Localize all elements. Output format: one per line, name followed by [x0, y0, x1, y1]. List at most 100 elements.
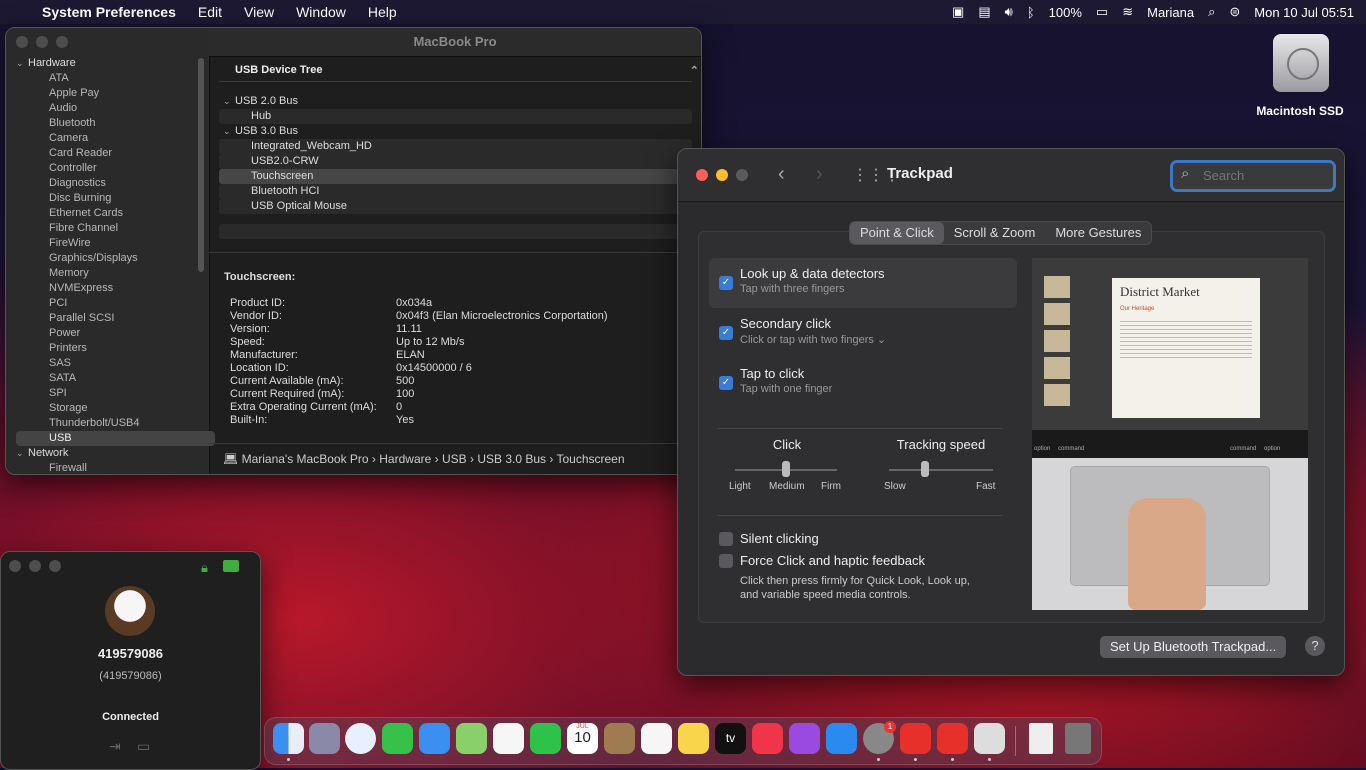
drive-label[interactable]: Macintosh SSD [1240, 104, 1360, 118]
sidebar-item[interactable]: Bluetooth [16, 116, 215, 131]
wifi-icon[interactable]: ≋ [1122, 4, 1133, 20]
sidebar-item[interactable]: Firewall [16, 461, 215, 474]
bluetooth-icon[interactable]: ᛒ [1027, 5, 1035, 20]
sidebar-item[interactable]: Fibre Channel [16, 221, 215, 236]
search-input[interactable] [1201, 167, 1325, 184]
usb-device[interactable]: Hub [219, 109, 692, 124]
sidebar-item[interactable]: Audio [16, 101, 215, 116]
secondary-click-dropdown[interactable]: Click or tap with two fingers ⌄ [740, 333, 886, 346]
disclosure-chevron-icon[interactable]: ⌄ [223, 94, 235, 109]
volume-icon[interactable]: 🔊︎ [1005, 4, 1013, 20]
secondary-click-checkbox[interactable]: ✓ [719, 326, 733, 340]
usb-device[interactable]: Touchscreen [219, 169, 692, 184]
maps-icon[interactable] [456, 723, 487, 754]
sidebar-item[interactable]: Graphics/Displays [16, 251, 215, 266]
close-button[interactable] [16, 36, 28, 48]
tab-more-gestures[interactable]: More Gestures [1045, 222, 1151, 244]
sidebar-item[interactable]: SATA [16, 371, 215, 386]
sidebar-item[interactable]: Disc Burning [16, 191, 215, 206]
disclosure-chevron-icon[interactable]: ⌄ [16, 56, 28, 71]
remote-desktop-icon[interactable] [900, 723, 931, 754]
facetime-icon[interactable] [530, 723, 561, 754]
launchpad-icon[interactable] [309, 723, 340, 754]
sidebar-group-network[interactable]: ⌄ Network [16, 446, 215, 461]
sidebar-item[interactable]: SPI [16, 386, 215, 401]
option-lookup[interactable]: ✓ Look up & data detectors Tap with thre… [709, 258, 1017, 308]
tap-to-click-checkbox[interactable]: ✓ [719, 376, 733, 390]
sidebar-scrollbar[interactable] [198, 58, 204, 272]
apple-tv-icon[interactable]: tv [715, 723, 746, 754]
disclosure-chevron-icon[interactable]: ⌄ [223, 124, 235, 139]
sidebar-item[interactable]: FireWire [16, 236, 215, 251]
disclosure-chevron-icon[interactable]: ⌄ [16, 446, 28, 461]
sidebar-item[interactable]: Memory [16, 266, 215, 281]
usb-bus[interactable]: ⌄ USB 2.0 Bus [219, 94, 692, 109]
messages-icon[interactable] [382, 723, 413, 754]
sidebar-item[interactable]: Camera [16, 131, 215, 146]
system-information-icon[interactable] [974, 723, 1005, 754]
calendar-icon[interactable]: JUL 10 [567, 723, 598, 754]
sidebar-item[interactable]: ATA [16, 71, 215, 86]
close-button[interactable] [9, 560, 21, 572]
drive-icon[interactable] [1273, 34, 1329, 92]
tracking-slider[interactable] [889, 469, 993, 471]
sidebar-item[interactable]: Ethernet Cards [16, 206, 215, 221]
reminders-icon[interactable] [641, 723, 672, 754]
sidebar-item[interactable]: Diagnostics [16, 176, 215, 191]
path-item[interactable]: Mariana's MacBook Pro [242, 452, 369, 466]
sidebar-item[interactable]: USB [16, 431, 215, 446]
usb-device[interactable]: Integrated_Webcam_HD [219, 139, 692, 154]
photos-icon[interactable] [493, 723, 524, 754]
safari-icon[interactable] [345, 723, 376, 754]
contacts-icon[interactable] [604, 723, 635, 754]
tab-scroll-zoom[interactable]: Scroll & Zoom [944, 222, 1046, 244]
monitor-icon[interactable] [223, 560, 239, 572]
sidebar-item[interactable]: Thunderbolt/USB4 [16, 416, 215, 431]
silent-clicking-label[interactable]: Silent clicking [740, 531, 819, 546]
click-slider-knob[interactable] [782, 461, 790, 477]
sidebar-item[interactable]: Controller [16, 161, 215, 176]
menu-help[interactable]: Help [368, 4, 397, 20]
zoom-button[interactable] [56, 36, 68, 48]
sidebar-item[interactable]: Parallel SCSI [16, 311, 215, 326]
input-flag-icon[interactable]: ▤ [978, 4, 990, 20]
forward-button[interactable]: › [816, 163, 823, 186]
tab-point-click[interactable]: Point & Click [850, 222, 944, 244]
path-item[interactable]: USB [442, 452, 467, 466]
sidebar-group-hardware[interactable]: ⌄ Hardware [16, 56, 215, 71]
back-button[interactable]: ‹ [778, 163, 785, 186]
sidebar-item[interactable]: SAS [16, 356, 215, 371]
sidebar-item[interactable]: Power [16, 326, 215, 341]
lock-icon[interactable]: 🔒︎ [201, 560, 208, 576]
help-button[interactable]: ? [1305, 636, 1325, 656]
zoom-button[interactable] [49, 560, 61, 572]
minimize-button[interactable] [29, 560, 41, 572]
mail-icon[interactable] [419, 723, 450, 754]
trash-icon[interactable] [1065, 723, 1091, 754]
chat-icon[interactable]: ▭ [137, 738, 150, 755]
finder-icon[interactable] [273, 723, 304, 754]
clock[interactable]: Mon 10 Jul 05:51 [1254, 5, 1354, 20]
sidebar-item[interactable]: PCI [16, 296, 215, 311]
sidebar-item[interactable]: Storage [16, 401, 215, 416]
app-menu[interactable]: System Preferences [42, 4, 176, 20]
usb-device[interactable]: USB Optical Mouse [219, 199, 692, 214]
force-click-checkbox[interactable] [719, 554, 733, 568]
silent-clicking-checkbox[interactable] [719, 532, 733, 546]
app-store-icon[interactable] [826, 723, 857, 754]
setup-bluetooth-trackpad-button[interactable]: Set Up Bluetooth Trackpad... [1100, 636, 1287, 658]
close-button[interactable] [696, 169, 708, 181]
minimize-button[interactable] [36, 36, 48, 48]
battery-icon[interactable]: ▭ [1096, 4, 1108, 20]
zoom-button[interactable] [736, 169, 748, 181]
search-field[interactable]: ⌕ [1170, 160, 1336, 192]
lookup-checkbox[interactable]: ✓ [719, 276, 733, 290]
activity-icon[interactable]: ▣ [952, 4, 964, 20]
remote-viewer-icon[interactable] [937, 723, 968, 754]
split-handle[interactable] [209, 252, 701, 259]
usb-device[interactable]: Bluetooth HCI [219, 184, 692, 199]
notes-icon[interactable] [678, 723, 709, 754]
tracking-slider-knob[interactable] [921, 461, 930, 477]
minimize-button[interactable] [716, 169, 728, 181]
podcasts-icon[interactable] [789, 723, 820, 754]
